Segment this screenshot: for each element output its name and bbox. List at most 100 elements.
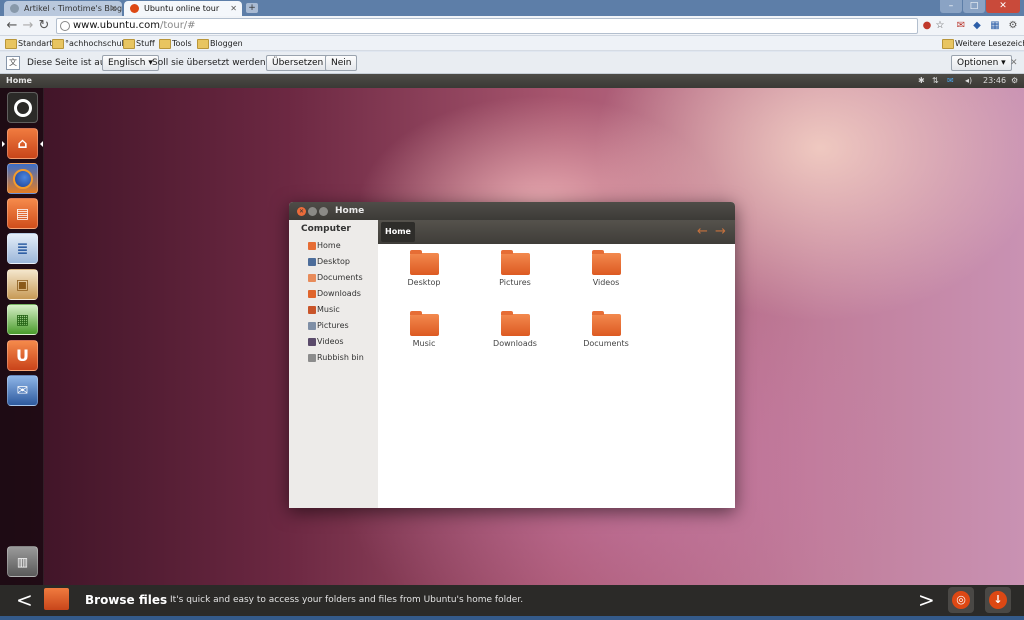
window-title: Home [335,206,365,216]
ubuntu-logo-icon [13,98,32,117]
folder-desktop[interactable]: Desktop [388,250,460,287]
bookmark-folder-bloggen[interactable]: Bloggen [197,38,243,49]
firefox-icon [12,168,33,189]
folder-icon [500,311,530,336]
network-icon[interactable]: ⇅ [932,74,939,88]
folder-videos[interactable]: Videos [570,250,642,287]
back-arrow-icon[interactable]: ← [697,224,708,240]
bluetooth-icon[interactable]: ✱ [918,74,925,88]
next-arrow-icon[interactable]: > [918,585,935,616]
bookmark-folder-standart[interactable]: Standart [5,38,53,49]
language-select[interactable]: Englisch ▾ [102,55,159,71]
sidebar-item-pictures[interactable]: Pictures [308,320,349,332]
ubuntu-circle-icon: ◎ [952,591,970,609]
other-bookmarks-folder[interactable]: Weitere Lesezeichen [942,38,1024,49]
trash-launcher[interactable]: ▥ [7,546,38,577]
calc-launcher[interactable]: ▦ [7,304,38,335]
folder-icon [591,250,621,275]
translate-question: Soll sie übersetzt werden? [152,58,271,68]
impress-launcher[interactable]: ▣ [7,269,38,300]
options-button-label: Optionen [957,58,999,68]
trash-icon: ▥ [16,554,29,569]
writer-launcher[interactable]: ≣ [7,233,38,264]
folder-music[interactable]: Music [388,311,460,348]
sidebar-item-home[interactable]: Home [308,240,341,252]
path-bar: Home ← → [378,220,735,244]
close-infobar-icon[interactable]: ✕ [1010,52,1018,74]
panel-clock[interactable]: 23:46 [983,74,1006,88]
sidebar-item-documents[interactable]: Documents [308,272,363,284]
bookmark-folder-stuff[interactable]: Stuff [123,38,155,49]
new-tab-button[interactable]: + [246,3,258,13]
spreadsheet-icon: ▦ [15,311,30,328]
tab-ubuntu-tour[interactable]: Ubuntu online tour ✕ [124,1,242,16]
extension-icon[interactable]: ◆ [970,19,984,33]
wrench-menu-icon[interactable]: ⚙ [1006,19,1020,33]
minimize-button[interactable]: – [940,0,962,13]
address-bar[interactable]: www.ubuntu.com/tour/# [56,18,918,34]
ubuntu-one-launcher[interactable]: U [7,340,38,371]
back-arrow-icon[interactable]: ← [4,18,20,34]
sidebar-item-videos[interactable]: Videos [308,336,344,348]
tab-title: Ubuntu online tour [144,4,220,13]
shopping-bag-icon: ▤ [15,205,30,222]
window-minimize-icon[interactable] [308,207,317,216]
window-close-icon[interactable]: ✕ [297,207,306,216]
tab-timotime-blog[interactable]: Artikel ‹ Timotime's Blog – ✕ [4,1,122,16]
presentation-icon: ▣ [15,276,30,293]
translate-button[interactable]: Übersetzen [266,55,330,71]
bookmark-folder-fachhochschule[interactable]: °achhochschule [52,38,129,49]
sidebar-item-label: Downloads [317,289,361,298]
file-manager-window: ✕ Home Computer Home Desktop Documents D… [289,202,735,508]
folder-downloads[interactable]: Downloads [479,311,551,348]
previous-arrow-icon[interactable]: < [16,585,33,616]
blog-favicon-icon [10,4,19,13]
options-button[interactable]: Optionen ▾ [951,55,1012,71]
close-window-button[interactable]: ✕ [986,0,1020,13]
ubuntu-home-button[interactable]: ◎ [948,587,974,613]
gmail-checker-icon[interactable]: ✉ [954,19,968,33]
firefox-launcher[interactable] [7,163,38,194]
sidebar-item-desktop[interactable]: Desktop [308,256,350,268]
forward-arrow-icon[interactable]: → [715,224,726,240]
sidebar-item-label: Videos [317,337,344,346]
pictures-icon [308,322,316,330]
mail-indicator-icon[interactable]: ✉ [947,74,954,88]
folder-label: Videos [592,278,620,287]
videos-icon [308,338,316,346]
bookmark-star-icon[interactable]: ☆ [933,19,947,33]
breadcrumb-home[interactable]: Home [381,222,415,242]
session-gear-icon[interactable]: ⚙ [1011,74,1018,88]
sidebar-item-rubbish-bin[interactable]: Rubbish bin [308,352,364,364]
software-centre-launcher[interactable]: ▤ [7,198,38,229]
url-host: www.ubuntu.com [73,20,160,31]
home-folder-launcher[interactable]: ⌂ [7,128,38,159]
folder-pictures[interactable]: Pictures [479,250,551,287]
sidebar-item-label: Desktop [317,257,350,266]
volume-icon[interactable]: ◂) [965,74,972,88]
sidebar-item-label: Music [317,305,340,314]
sidebar-heading: Computer [301,224,351,234]
sidebar-item-music[interactable]: Music [308,304,340,316]
thunderbird-launcher[interactable]: ✉ [7,375,38,406]
adblock-icon[interactable]: ● [920,19,934,33]
sidebar-item-downloads[interactable]: Downloads [308,288,361,300]
window-titlebar[interactable]: ✕ Home [289,202,735,220]
tab-close-icon[interactable]: ✕ [230,1,237,16]
download-button[interactable]: ↓ [985,587,1011,613]
globe-icon [60,21,70,31]
dash-home-button[interactable] [7,92,38,123]
window-maximize-icon[interactable] [319,207,328,216]
reload-icon[interactable]: ↻ [36,18,52,34]
translate-infobar: 文 Diese Seite ist auf Englisch ▾ Soll si… [0,52,1024,74]
maximize-button[interactable]: □ [963,0,985,13]
bookmark-folder-tools[interactable]: Tools [159,38,192,49]
folder-label: Music [412,339,436,348]
sidebar-item-label: Pictures [317,321,349,330]
sidebar-item-label: Home [317,241,341,250]
forward-arrow-icon[interactable]: → [20,18,36,34]
calendar-extension-icon[interactable]: ▦ [988,19,1002,33]
folder-documents[interactable]: Documents [570,311,642,348]
tab-close-icon[interactable]: ✕ [110,1,117,16]
no-translate-button[interactable]: Nein [325,55,358,71]
